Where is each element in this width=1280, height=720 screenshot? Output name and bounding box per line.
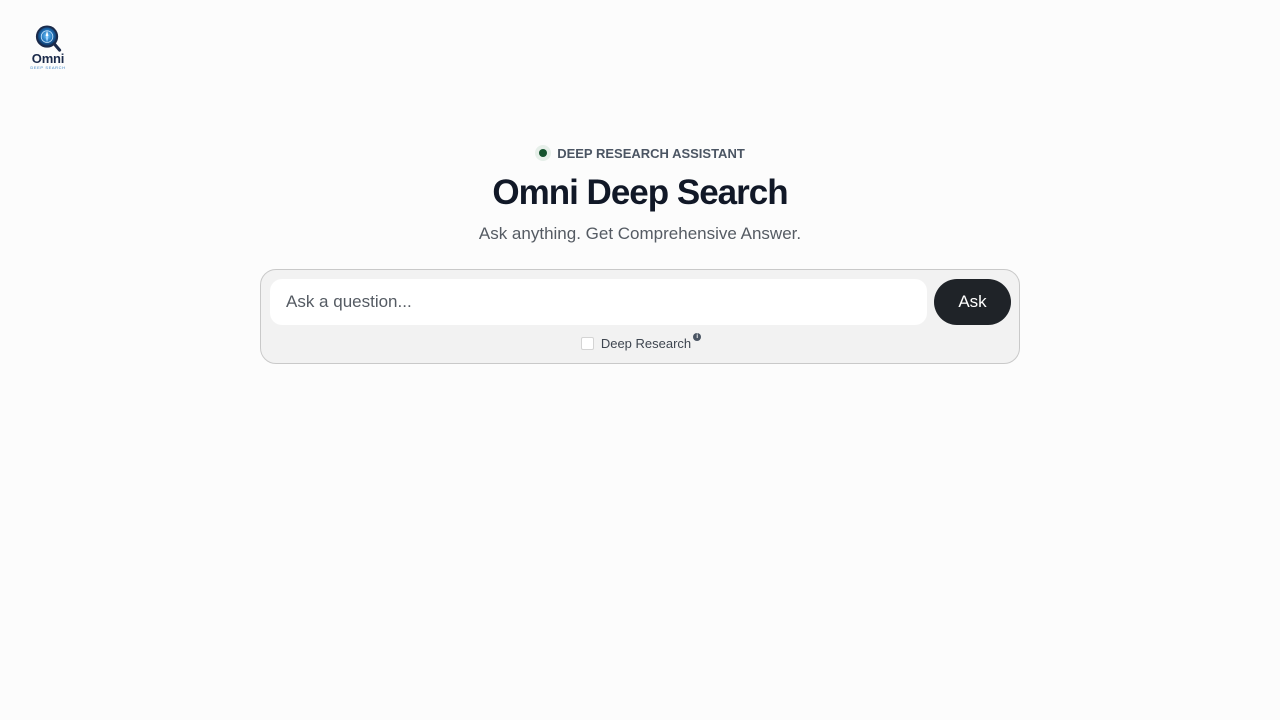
info-icon[interactable]: i (693, 333, 702, 341)
deep-research-checkbox[interactable] (580, 336, 594, 350)
magnifier-compass-icon (35, 25, 62, 52)
page: Omni DEEP SEARCH DEEP RESEARCH ASSISTANT… (0, 0, 1280, 720)
badge-label: DEEP RESEARCH ASSISTANT (557, 145, 745, 161)
omni-logo[interactable]: Omni DEEP SEARCH (28, 24, 68, 70)
search-card: Ask Deep Research i (260, 269, 1020, 364)
deep-research-toggle[interactable]: Deep Research i (261, 333, 1021, 352)
logo-tagline: DEEP SEARCH (30, 65, 66, 70)
ask-button[interactable]: Ask (934, 279, 1011, 325)
deep-research-label[interactable]: Deep Research (601, 336, 691, 351)
page-title: Omni Deep Search (492, 173, 788, 212)
status-dot-icon (535, 145, 552, 161)
logo-wordmark: Omni (31, 51, 65, 66)
page-subtitle: Ask anything. Get Comprehensive Answer. (478, 224, 802, 243)
hero: DEEP RESEARCH ASSISTANT Omni Deep Search… (0, 143, 1280, 245)
question-input[interactable] (270, 279, 927, 325)
assistant-badge: DEEP RESEARCH ASSISTANT (535, 143, 745, 163)
status-dot (539, 149, 548, 157)
